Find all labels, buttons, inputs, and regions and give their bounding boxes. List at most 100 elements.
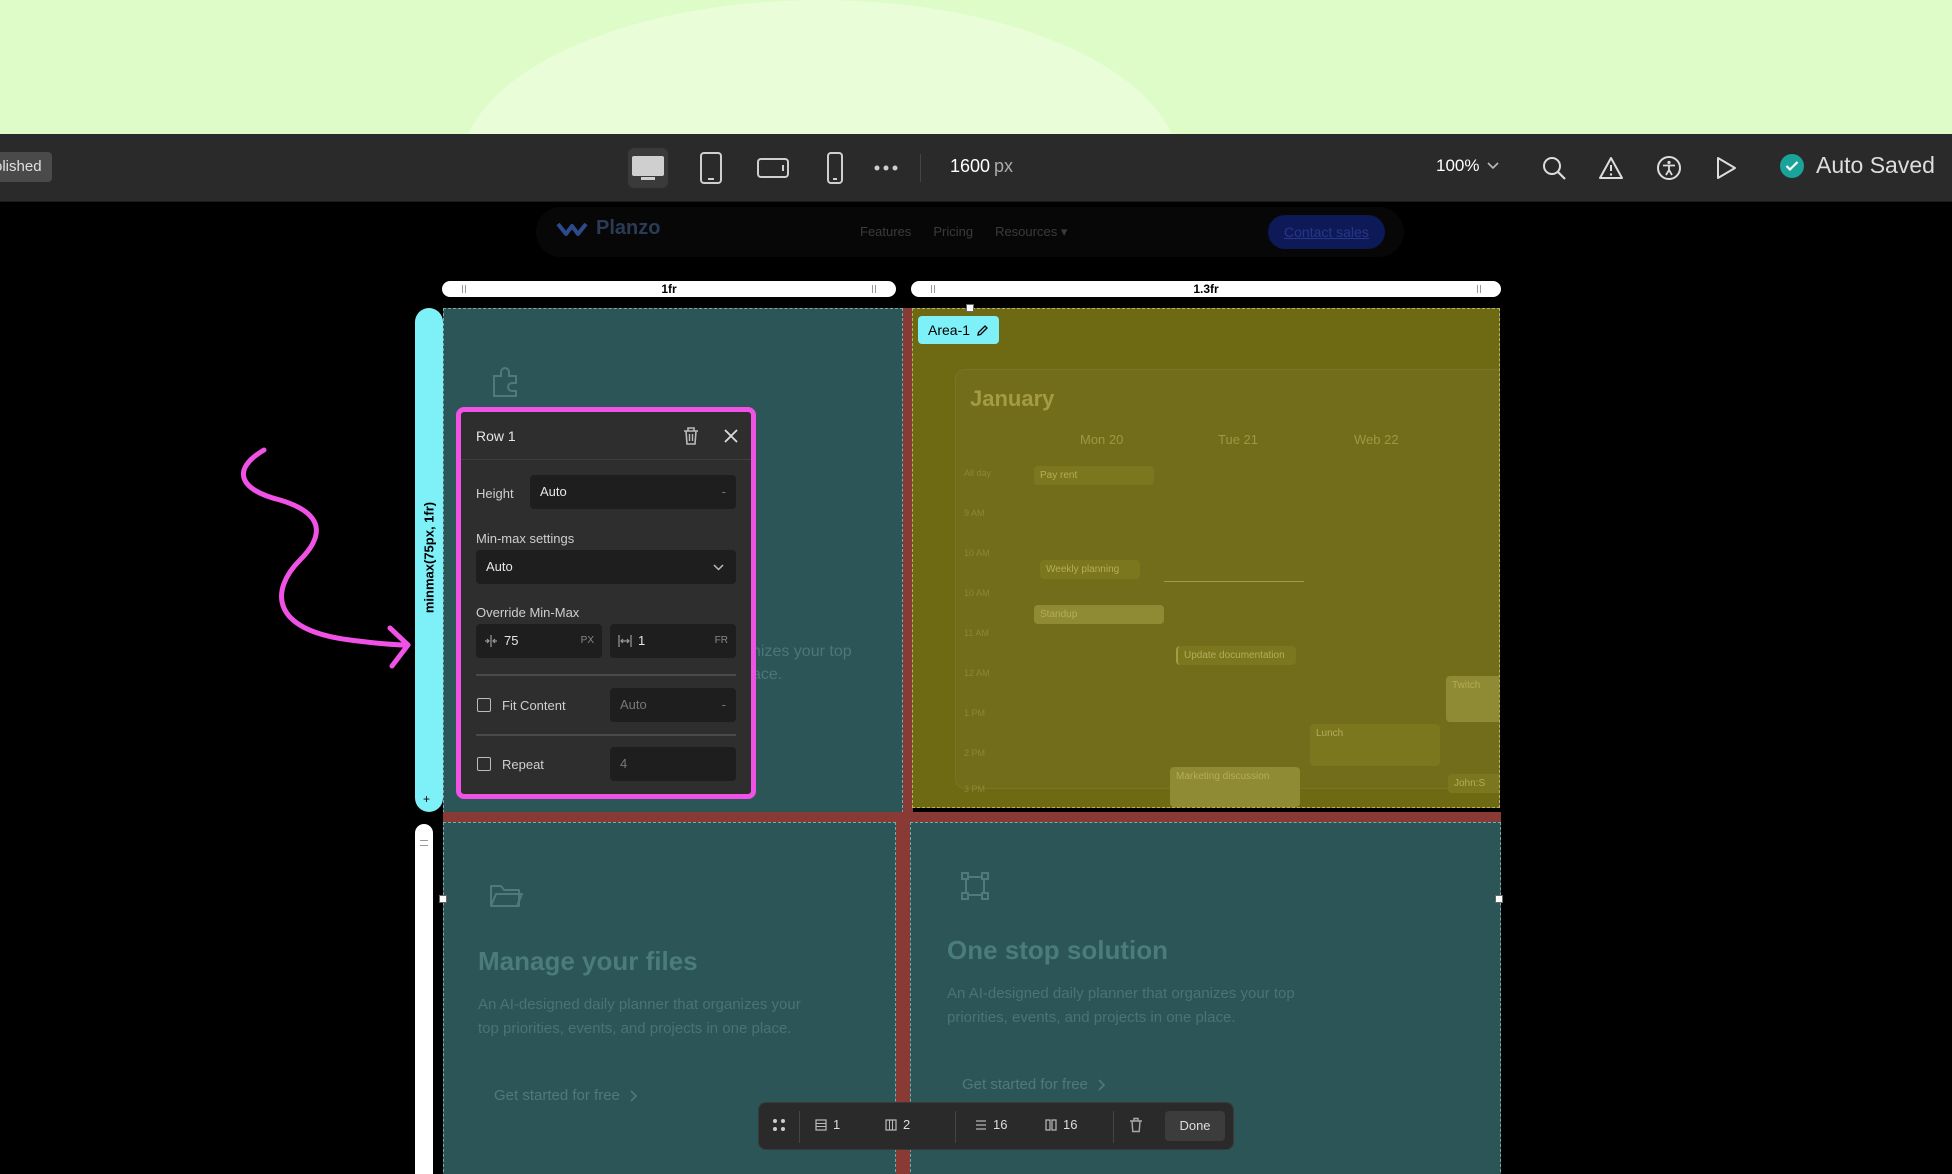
tablet-landscape-icon[interactable] <box>753 148 793 188</box>
row-gap <box>443 812 1501 822</box>
canvas-width-readout[interactable]: 1600 px <box>950 156 1013 177</box>
nav-link-features[interactable]: Features <box>860 224 911 240</box>
check-icon <box>1780 153 1804 178</box>
pencil-icon[interactable] <box>976 324 989 337</box>
grid-area-1[interactable]: January Mon 20 Tue 21 Web 22 All day 9 A… <box>912 308 1500 808</box>
publish-status-badge[interactable]: olished <box>0 152 52 182</box>
fit-content-field[interactable]: Auto - <box>610 688 736 722</box>
panel-divider <box>476 734 736 736</box>
trash-icon[interactable] <box>679 424 703 448</box>
calendar-event: Twitch <box>1446 676 1499 722</box>
column-track-1[interactable]: 1fr <box>442 281 896 297</box>
calendar-hour: 9 AM <box>964 508 985 518</box>
calendar-hour: 2 PM <box>964 748 986 758</box>
zoom-select[interactable]: 100% <box>1436 156 1500 176</box>
more-icon[interactable] <box>866 148 906 188</box>
max-width-icon <box>618 635 632 647</box>
cell-resize-handle[interactable] <box>439 895 447 903</box>
tablet-icon[interactable] <box>691 148 731 188</box>
panel-divider <box>476 674 736 676</box>
contact-sales-button[interactable]: Contact sales <box>1268 215 1385 249</box>
area-resize-handle[interactable] <box>966 304 974 312</box>
feature-description: top priorities, events, and projects in … <box>478 1020 792 1037</box>
feature-description: priorities, events, and projects in one … <box>947 1009 1236 1026</box>
get-started-link[interactable]: Get started for free <box>494 1087 638 1104</box>
column-resize-handle[interactable] <box>462 285 466 293</box>
done-button[interactable]: Done <box>1165 1111 1225 1141</box>
save-status: Auto Saved <box>1780 152 1935 179</box>
calendar-preview: January Mon 20 Tue 21 Web 22 All day 9 A… <box>955 369 1499 807</box>
calendar-hour: 11 AM <box>964 628 989 638</box>
site-logo[interactable]: Planzo <box>556 217 660 240</box>
calendar-event: Pay rent <box>1034 466 1154 485</box>
rows-icon <box>815 1118 827 1131</box>
rows-count[interactable]: 1 <box>815 1117 840 1132</box>
grid-toolbar: 1 2 16 16 Done <box>758 1102 1234 1150</box>
cell-resize-handle[interactable] <box>1495 895 1503 903</box>
max-value-field[interactable]: 1 FR <box>610 624 736 658</box>
feature-description: An AI-designed daily planner that organi… <box>947 985 1295 1002</box>
editor-toolbar: olished 1600px 100% Auto Saved <box>0 134 1952 202</box>
get-started-link[interactable]: Get started for free <box>962 1076 1106 1093</box>
calendar-hour: 10 AM <box>964 588 990 598</box>
columns-count[interactable]: 2 <box>885 1117 910 1132</box>
nav-link-pricing[interactable]: Pricing <box>933 224 973 240</box>
warning-icon[interactable] <box>1593 150 1629 186</box>
row-gap-value[interactable]: 16 <box>975 1117 1007 1132</box>
drag-handle-icon[interactable] <box>771 1117 787 1133</box>
calendar-hour: 10 AM <box>964 548 990 558</box>
calendar-hour: All day <box>964 468 992 478</box>
search-icon[interactable] <box>1536 150 1572 186</box>
calendar-event: Standup <box>1034 605 1164 624</box>
column-resize-handle[interactable] <box>872 285 876 293</box>
mobile-icon[interactable] <box>815 148 855 188</box>
repeat-label: Repeat <box>502 757 544 772</box>
row-settings-panel: Row 1 Height Auto - Min-max settings Auto… <box>456 407 756 799</box>
folder-icon <box>484 874 528 918</box>
calendar-day: Tue 21 <box>1218 432 1258 447</box>
column-resize-handle[interactable] <box>1477 285 1481 293</box>
row-size-label: minmax(75px, 1fr) <box>421 501 437 614</box>
chevron-right-icon <box>1098 1078 1106 1091</box>
column-track-2[interactable]: 1.3fr <box>911 281 1501 297</box>
repeat-field[interactable]: 4 <box>610 747 736 781</box>
nav-link-resources[interactable]: Resources ▾ <box>995 224 1067 240</box>
panel-header: Row 1 <box>461 412 751 460</box>
column-resize-handle[interactable] <box>931 285 935 293</box>
planzo-logo-icon <box>556 222 588 236</box>
row-track-2[interactable] <box>415 824 433 1174</box>
calendar-hour: 12 AM <box>964 668 990 678</box>
minmax-label: Min-max settings <box>476 531 575 546</box>
frame-icon <box>953 864 997 908</box>
add-row-icon[interactable]: + <box>423 792 430 806</box>
play-icon[interactable] <box>1708 150 1744 186</box>
column-gap-value[interactable]: 16 <box>1045 1117 1077 1132</box>
accessibility-icon[interactable] <box>1651 150 1687 186</box>
calendar-day: Web 22 <box>1354 432 1399 447</box>
trash-icon[interactable] <box>1129 1117 1143 1133</box>
toolbar-divider <box>955 1111 956 1143</box>
chevron-right-icon <box>630 1089 638 1102</box>
chevron-down-icon <box>1487 162 1500 170</box>
fit-content-checkbox[interactable] <box>477 698 491 712</box>
area-tag[interactable]: Area-1 <box>918 316 1000 344</box>
min-value-field[interactable]: 75 PX <box>476 624 602 658</box>
desktop-icon[interactable] <box>628 148 668 188</box>
site-navbar: Planzo Features Pricing Resources ▾ Cont… <box>536 207 1404 257</box>
toolbar-divider <box>920 154 921 182</box>
top-left-desc-fragment: nizes your top <box>752 643 852 660</box>
row-gap-icon <box>976 1119 986 1130</box>
top-left-desc-fragment: ace. <box>752 666 783 683</box>
calendar-hour: 3 PM <box>964 784 986 794</box>
calendar-hour: 1 PM <box>964 708 986 718</box>
calendar-day: Mon 20 <box>1080 432 1124 447</box>
row-resize-handle[interactable] <box>420 840 428 846</box>
calendar-event: Lunch <box>1310 724 1440 766</box>
feature-title: Manage your files <box>478 946 698 976</box>
repeat-checkbox[interactable] <box>477 757 491 771</box>
close-icon[interactable] <box>719 424 743 448</box>
calendar-event: Marketing discussion <box>1170 767 1300 807</box>
height-field[interactable]: Auto - <box>530 475 736 509</box>
minmax-select[interactable]: Auto <box>476 550 736 584</box>
calendar-event: Update documentation <box>1176 646 1296 665</box>
